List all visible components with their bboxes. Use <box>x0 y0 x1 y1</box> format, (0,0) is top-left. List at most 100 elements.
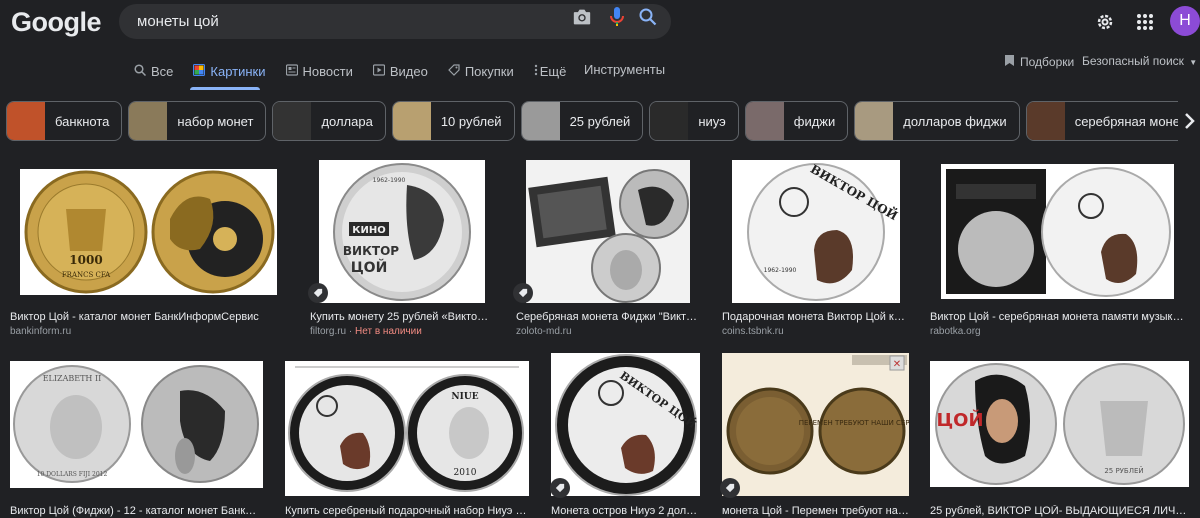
result-image[interactable]: ELIZABETH II 10 DOLLARS FIJI 2012 <box>10 361 263 488</box>
related-searches-chips: банкнота набор монет доллара 10 рублей 25 ру… <box>6 101 1200 141</box>
tab-label: Все <box>151 63 174 79</box>
tab-news[interactable]: Новости <box>285 62 353 80</box>
result-title[interactable]: Монета остров Ниуэ 2 доллар... <box>551 505 701 517</box>
result-source[interactable]: rabotka.org <box>930 326 981 337</box>
result-image[interactable]: КИНО ВИКТОР ЦОЙ 1962-1990 <box>319 160 485 303</box>
related-search-chip[interactable]: фиджи <box>744 101 849 141</box>
chip-thumbnail <box>129 102 168 140</box>
chip-thumbnail <box>745 102 784 140</box>
result-source[interactable]: zoloto-md.ru <box>516 326 572 337</box>
shopping-tag-icon <box>550 478 570 498</box>
google-logo[interactable]: Google <box>11 7 102 38</box>
related-search-chip[interactable]: 10 рублей <box>391 101 515 141</box>
result-source[interactable]: bankinform.ru <box>10 326 71 337</box>
search-tabs: Все Картинки Новости Видео Покупки Ещё <box>134 62 586 80</box>
related-search-chip[interactable]: долларов фиджи <box>854 101 1020 141</box>
chip-label: набор монет <box>177 113 254 129</box>
close-icon: ✕ <box>893 359 901 370</box>
images-icon <box>193 63 206 79</box>
chevron-down-icon: ▼ <box>1189 58 1198 67</box>
coin-currency: FRANCS CFA <box>62 271 111 279</box>
shopping-tag-icon <box>308 283 328 303</box>
tab-label: Покупки <box>464 63 514 79</box>
chevron-right-icon[interactable] <box>1178 101 1200 141</box>
result-title[interactable]: Серебряная монета Фиджи "Виктор Ц... <box>516 311 699 323</box>
coin-text-elizabeth: ELIZABETH II <box>43 374 102 383</box>
result-image[interactable]: ЦОЙ 25 РУБЛЕЙ <box>930 361 1189 487</box>
tools-button[interactable]: Инструменты <box>584 62 665 77</box>
bookmark-icon <box>1004 54 1015 70</box>
collections-button[interactable]: Подборки <box>1004 54 1074 70</box>
chip-label: 25 рублей <box>569 113 631 129</box>
result-title[interactable]: Виктор Цой - каталог монет БанкИнформСер… <box>10 311 280 323</box>
coin-text-25rub: 25 РУБЛЕЙ <box>1104 466 1143 475</box>
tag-icon <box>447 63 460 79</box>
result-image[interactable]: 1000 FRANCS CFA <box>20 169 277 295</box>
collections-label: Подборки <box>1020 55 1075 69</box>
tab-label: Видео <box>389 63 428 79</box>
chip-label: 10 рублей <box>440 113 502 129</box>
result-title[interactable]: 25 рублей, ВИКТОР ЦОЙ- ВЫДАЮЩИЕСЯ ЛИЧНОС… <box>930 505 1188 517</box>
coin-value: 1000 <box>69 253 102 267</box>
result-image[interactable] <box>526 160 690 303</box>
related-search-chip[interactable]: 25 рублей <box>520 101 644 141</box>
chip-thumbnail <box>273 102 312 140</box>
chip-thumbnail <box>1026 102 1065 140</box>
active-tab-indicator <box>190 87 260 90</box>
tab-images[interactable]: Картинки <box>193 62 266 80</box>
microphone-icon[interactable] <box>607 7 627 27</box>
tab-shopping[interactable]: Покупки <box>447 62 514 80</box>
result-title[interactable]: Подарочная монета Виктор Цой купит... <box>722 311 908 323</box>
result-source[interactable]: coins.tsbnk.ru <box>722 326 784 337</box>
chip-thumbnail <box>650 102 689 140</box>
tab-label: Ещё <box>539 63 567 79</box>
related-search-chip[interactable]: банкнота <box>6 101 123 141</box>
result-image[interactable]: ВИКТОР ЦОЙ <box>551 353 700 496</box>
chip-label: доллара <box>321 113 373 129</box>
coin-text-fiji: 10 DOLLARS FIJI 2012 <box>37 471 108 478</box>
result-title[interactable]: монета Цой - Перемен требуют наши с... <box>722 505 909 517</box>
tab-label: Новости <box>302 63 353 79</box>
chip-thumbnail <box>392 102 431 140</box>
related-search-chip[interactable]: ниуэ <box>649 101 739 141</box>
tab-more[interactable]: Ещё <box>534 62 567 80</box>
search-input[interactable] <box>137 13 557 30</box>
search-icon <box>134 63 147 79</box>
chip-thumbnail <box>7 102 45 140</box>
related-search-chip[interactable]: серебряная монета виктор <box>1025 101 1200 141</box>
chip-label: фиджи <box>793 113 836 129</box>
chip-label: ниуэ <box>698 113 726 129</box>
result-image[interactable] <box>941 164 1174 299</box>
tab-all[interactable]: Все <box>134 62 173 80</box>
result-title[interactable]: Виктор Цой - серебряная монета памяти му… <box>930 311 1188 323</box>
chip-label: банкнота <box>55 113 110 129</box>
search-icon[interactable] <box>638 7 658 27</box>
related-search-chip[interactable]: доллара <box>272 101 386 141</box>
coin-text-viktor: ВИКТОР <box>343 244 399 258</box>
coin-text-tsoi: ЦОЙ <box>351 259 388 276</box>
settings-gear-icon[interactable] <box>1093 8 1117 36</box>
coin-text-year: 2010 <box>454 468 477 478</box>
coin-text-kino: КИНО <box>352 225 385 236</box>
shopping-tag-icon <box>720 478 740 498</box>
more-vert-icon <box>534 64 538 79</box>
result-source[interactable]: filtorg.ru · Нет в наличии <box>310 326 422 337</box>
result-image[interactable]: NIUE 2010 <box>285 361 529 496</box>
safesearch-label: Безопасный поиск <box>1082 54 1184 68</box>
source-domain: filtorg.ru · <box>310 326 356 337</box>
apps-grid-icon[interactable] <box>1133 8 1157 36</box>
camera-icon[interactable] <box>572 7 592 27</box>
result-title[interactable]: Купить серебреный подарочный набор Ниуэ … <box>285 505 529 517</box>
coin-text-peremen: ПЕРЕМЕН ТРЕБУЮТ НАШИ СЕРДЦА <box>799 419 909 427</box>
related-search-chip[interactable]: набор монет <box>128 101 267 141</box>
result-image[interactable]: ✕ ПЕРЕМЕН ТРЕБУЮТ НАШИ СЕРДЦА <box>722 353 909 496</box>
tab-label: Картинки <box>210 63 266 79</box>
result-image[interactable]: ВИКТОР ЦОЙ 1962-1990 <box>732 160 900 303</box>
out-of-stock-label: Нет в наличии <box>355 326 422 337</box>
tab-video[interactable]: Видео <box>372 62 428 80</box>
safesearch-dropdown[interactable]: Безопасный поиск ▼ <box>1082 54 1197 68</box>
coin-text-niue: NIUE <box>451 392 478 402</box>
account-avatar[interactable]: H <box>1170 6 1200 36</box>
result-title[interactable]: Купить монету 25 рублей «Виктор Цой»... <box>310 311 493 323</box>
result-title[interactable]: Виктор Цой (Фиджи) - 12 - каталог монет … <box>10 505 262 517</box>
